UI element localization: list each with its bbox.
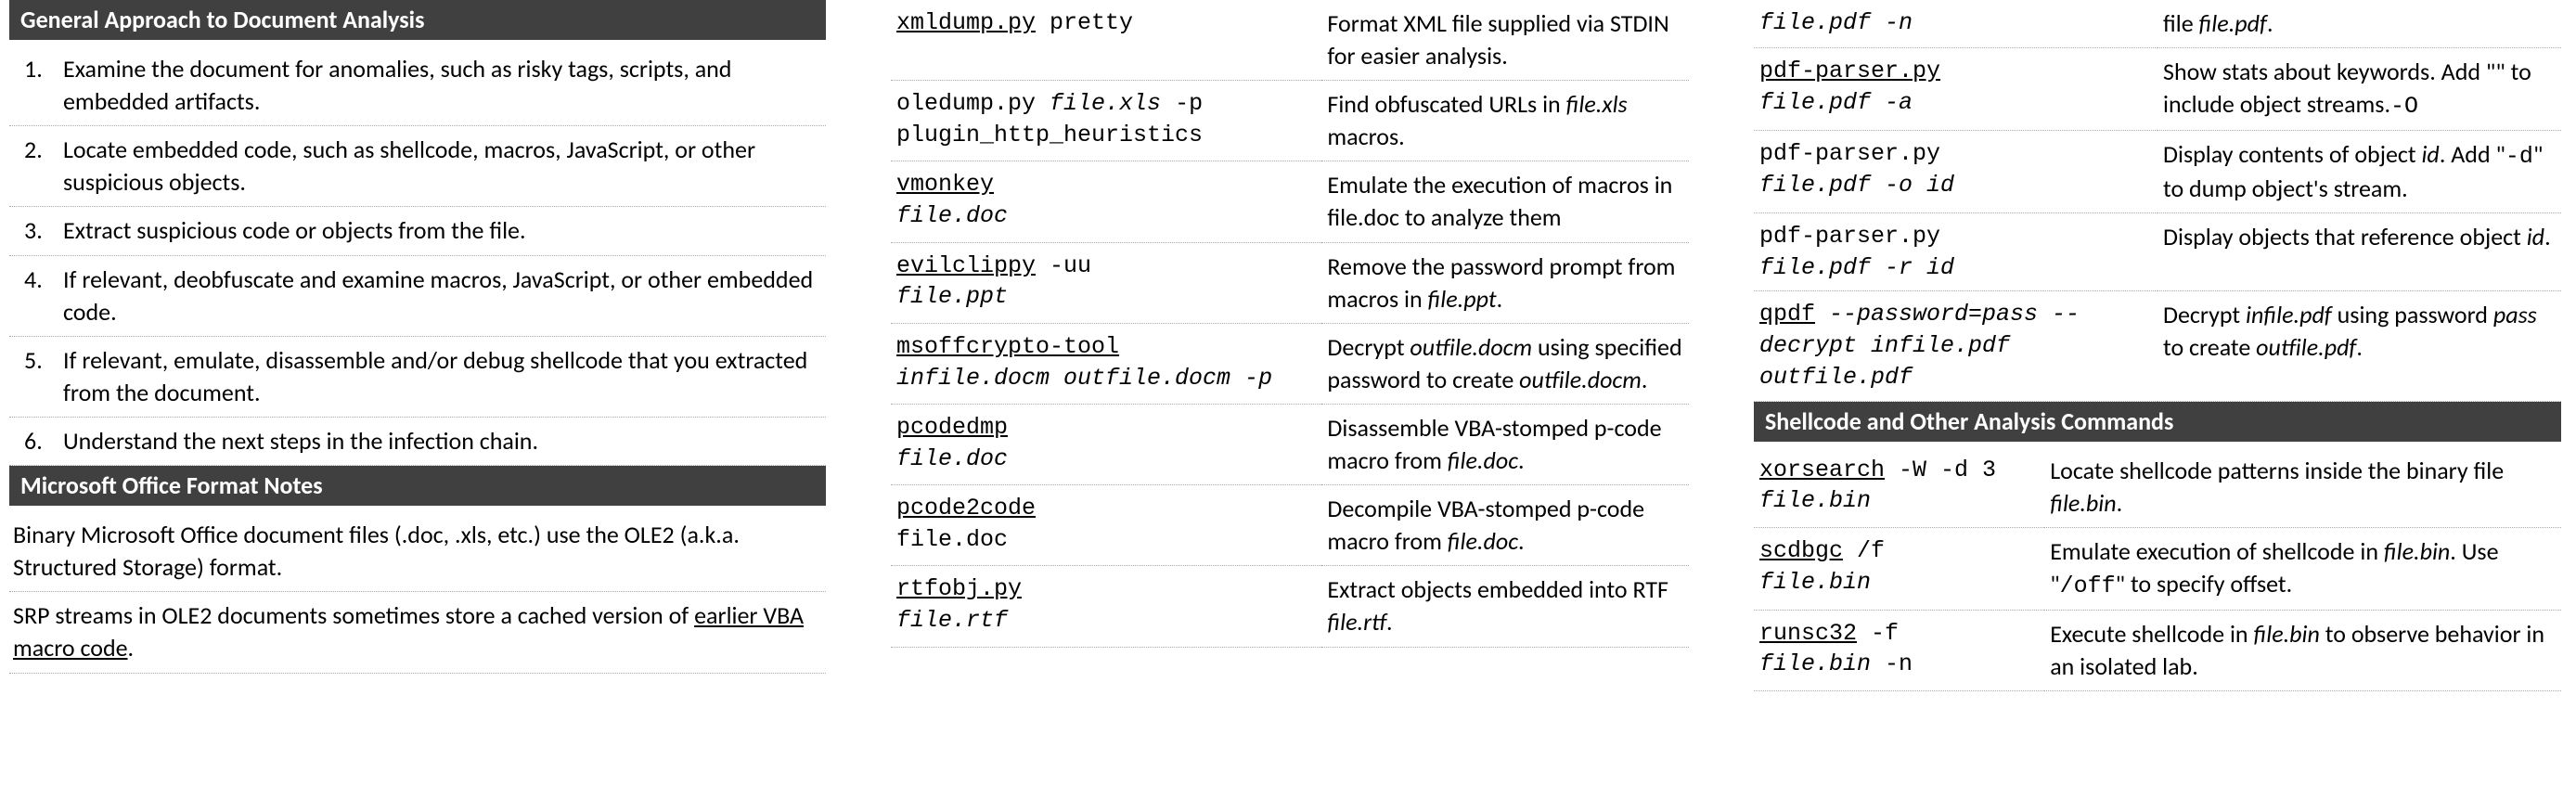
description-cell: Disassemble VBA-stomped p-code macro fro… bbox=[1321, 404, 1689, 484]
step-item: Locate embedded code, such as shellcode,… bbox=[9, 126, 826, 207]
header-shellcode: Shellcode and Other Analysis Commands bbox=[1754, 402, 2561, 442]
command-row: runsc32 -f file.bin -nExecute shellcode … bbox=[1754, 610, 2561, 690]
note-ole2: Binary Microsoft Office document files (… bbox=[9, 511, 826, 592]
command-cell: pcodedmpfile.doc bbox=[891, 404, 1321, 484]
command-cell: pdf-parser.pyfile.pdf -a bbox=[1754, 48, 2157, 131]
command-cell: scdbgc /f file.bin bbox=[1754, 527, 2044, 610]
description-cell: Format XML file supplied via STDIN for e… bbox=[1321, 0, 1689, 81]
command-row: xmldump.py prettyFormat XML file supplie… bbox=[891, 0, 1689, 81]
command-cell: qpdf --password=pass --decrypt infile.pd… bbox=[1754, 291, 2157, 401]
step-item: Examine the document for anomalies, such… bbox=[9, 45, 826, 126]
command-row: vmonkeyfile.docEmulate the execution of … bbox=[891, 161, 1689, 242]
header-office-notes: Microsoft Office Format Notes bbox=[9, 466, 826, 506]
command-cell: pdf-parser.py file.pdf -o id bbox=[1754, 130, 2157, 212]
command-row: pcode2codefile.docDecompile VBA-stomped … bbox=[891, 485, 1689, 566]
command-cell: oledump.py file.xls -p plugin_http_heuri… bbox=[891, 81, 1321, 161]
command-row: pdf-parser.pyfile.pdf -aShow stats about… bbox=[1754, 48, 2561, 131]
note-text: SRP streams in OLE2 documents sometimes … bbox=[13, 600, 694, 630]
description-cell: Show stats about keywords. Add "" to inc… bbox=[2157, 48, 2561, 131]
command-row: oledump.py file.xls -p plugin_http_heuri… bbox=[891, 81, 1689, 161]
command-cell: xorsearch -W -d 3 file.bin bbox=[1754, 447, 2044, 528]
description-cell: Emulate execution of shellcode in file.b… bbox=[2044, 527, 2561, 610]
steps-list: Examine the document for anomalies, such… bbox=[9, 45, 826, 466]
description-cell: Emulate the execution of macros in file.… bbox=[1321, 161, 1689, 242]
step-item: If relevant, emulate, disassemble and/or… bbox=[9, 337, 826, 418]
description-cell: Display contents of object id. Add "-d" … bbox=[2157, 130, 2561, 212]
column-office-commands: xmldump.py prettyFormat XML file supplie… bbox=[891, 0, 1689, 691]
description-cell: Remove the password prompt from macros i… bbox=[1321, 242, 1689, 323]
column-general-approach: General Approach to Document Analysis Ex… bbox=[9, 0, 826, 691]
command-cell: rtfobj.pyfile.rtf bbox=[891, 566, 1321, 647]
column-pdf-shellcode: file.pdf -nfile file.pdf.pdf-parser.pyfi… bbox=[1754, 0, 2561, 691]
step-item: Understand the next steps in the infecti… bbox=[9, 418, 826, 466]
command-row: xorsearch -W -d 3 file.binLocate shellco… bbox=[1754, 447, 2561, 528]
command-row: pdf-parser.py file.pdf -o idDisplay cont… bbox=[1754, 130, 2561, 212]
command-cell: evilclippy -uufile.ppt bbox=[891, 242, 1321, 323]
step-item: If relevant, deobfuscate and examine mac… bbox=[9, 256, 826, 337]
description-cell: Decompile VBA-stomped p-code macro from … bbox=[1321, 485, 1689, 566]
description-cell: Extract objects embedded into RTF file.r… bbox=[1321, 566, 1689, 647]
shellcode-commands-table: xorsearch -W -d 3 file.binLocate shellco… bbox=[1754, 447, 2561, 691]
command-cell: msoffcrypto-toolinfile.docm outfile.docm… bbox=[891, 323, 1321, 404]
command-cell: file.pdf -n bbox=[1754, 0, 2157, 48]
command-row: pdf-parser.py file.pdf -r idDisplay obje… bbox=[1754, 212, 2561, 291]
command-row: qpdf --password=pass --decrypt infile.pd… bbox=[1754, 291, 2561, 401]
description-cell: Decrypt outfile.docm using specified pas… bbox=[1321, 323, 1689, 404]
note-text: . bbox=[128, 633, 135, 663]
description-cell: Decrypt infile.pdf using password pass t… bbox=[2157, 291, 2561, 401]
note-srp: SRP streams in OLE2 documents sometimes … bbox=[9, 592, 826, 673]
command-row: scdbgc /f file.binEmulate execution of s… bbox=[1754, 527, 2561, 610]
description-cell: file file.pdf. bbox=[2157, 0, 2561, 48]
command-cell: runsc32 -f file.bin -n bbox=[1754, 610, 2044, 690]
command-row: msoffcrypto-toolinfile.docm outfile.docm… bbox=[891, 323, 1689, 404]
header-general-approach: General Approach to Document Analysis bbox=[9, 0, 826, 40]
pdf-commands-table: file.pdf -nfile file.pdf.pdf-parser.pyfi… bbox=[1754, 0, 2561, 402]
command-cell: xmldump.py pretty bbox=[891, 0, 1321, 81]
command-row: rtfobj.pyfile.rtfExtract objects embedde… bbox=[891, 566, 1689, 647]
command-row: pcodedmpfile.docDisassemble VBA-stomped … bbox=[891, 404, 1689, 484]
command-row: evilclippy -uufile.pptRemove the passwor… bbox=[891, 242, 1689, 323]
command-row: file.pdf -nfile file.pdf. bbox=[1754, 0, 2561, 48]
command-cell: pdf-parser.py file.pdf -r id bbox=[1754, 212, 2157, 291]
description-cell: Display objects that reference object id… bbox=[2157, 212, 2561, 291]
command-cell: vmonkeyfile.doc bbox=[891, 161, 1321, 242]
command-cell: pcode2codefile.doc bbox=[891, 485, 1321, 566]
description-cell: Find obfuscated URLs in file.xls macros. bbox=[1321, 81, 1689, 161]
commands-table: xmldump.py prettyFormat XML file supplie… bbox=[891, 0, 1689, 648]
description-cell: Locate shellcode patterns inside the bin… bbox=[2044, 447, 2561, 528]
description-cell: Execute shellcode in file.bin to observe… bbox=[2044, 610, 2561, 690]
step-item: Extract suspicious code or objects from … bbox=[9, 207, 826, 255]
